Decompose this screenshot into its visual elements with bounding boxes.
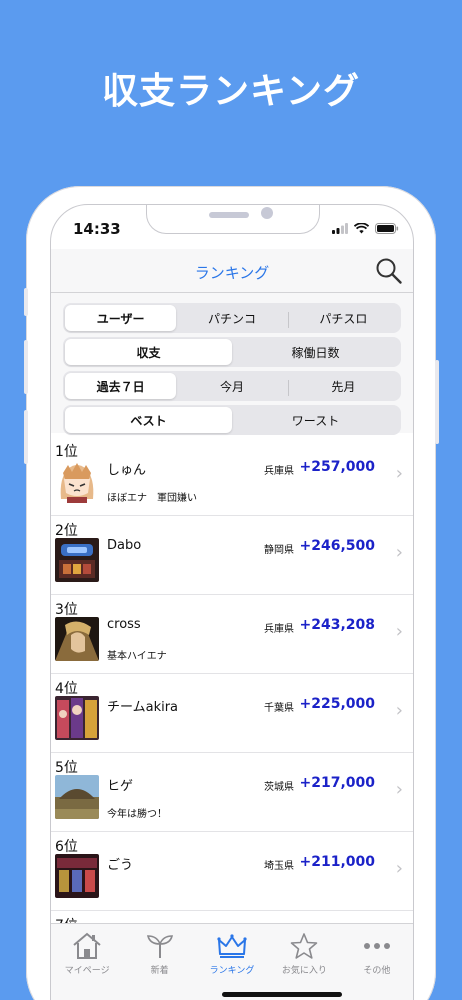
- ranking-row[interactable]: 4位 チームakira 千葉県 +225,000 ›: [51, 674, 413, 753]
- ranking-row[interactable]: 2位 Dabo 静岡県 +246,500 ›: [51, 516, 413, 595]
- user-prefecture: 静岡県: [264, 545, 294, 556]
- segment-balance[interactable]: 収支: [65, 339, 232, 365]
- balance-amount: +243,208: [299, 617, 376, 633]
- avatar: [55, 696, 99, 740]
- user-name: ごう: [107, 858, 134, 873]
- ranking-row[interactable]: 6位 ごう 埼玉県 +211,000 ›: [51, 832, 413, 911]
- tab-mypage[interactable]: マイページ: [51, 924, 123, 1000]
- wifi-icon: [354, 223, 369, 234]
- ranking-row[interactable]: 1位 しゅん ほぼエナ 軍団嫌い 兵庫県 +257,000 ›: [51, 437, 413, 516]
- user-comment: ほぼエナ 軍団嫌い: [107, 493, 197, 504]
- search-button[interactable]: [375, 257, 403, 285]
- user-comment: 今年は勝つ！: [107, 809, 167, 820]
- speaker-grille: [209, 212, 249, 218]
- chevron-right-icon: ›: [395, 463, 403, 484]
- user-comment: 基本ハイエナ: [107, 651, 167, 662]
- segment-pachinko[interactable]: パチンコ: [176, 305, 287, 331]
- user-prefecture: 兵庫県: [264, 624, 294, 635]
- balance-amount: +217,000: [299, 775, 376, 791]
- tab-label: お気に入り: [281, 966, 327, 976]
- tab-favorites[interactable]: お気に入り: [268, 924, 340, 1000]
- segment-user[interactable]: ユーザー: [65, 305, 177, 331]
- notch: [146, 205, 320, 234]
- segment-this-month[interactable]: 今月: [176, 373, 287, 399]
- ranking-list: 1位 しゅん ほぼエナ 軍団嫌い 兵庫県 +257,000 › 2位 Dabo …: [51, 437, 413, 990]
- tab-label: その他: [363, 966, 391, 976]
- metric-segmented-control: 収支 稼働日数: [63, 337, 401, 367]
- balance-amount: +225,000: [299, 696, 376, 712]
- user-prefecture: 千葉県: [264, 703, 294, 714]
- filter-controls: ユーザー パチンコ パチスロ 収支 稼働日数 過去７日 今月 先月 ベスト ワー…: [51, 293, 413, 435]
- app-screen: 14:33 ランキング ユーザー パチンコ パチスロ 収支 稼働日数 過去７日 …: [50, 204, 414, 1000]
- user-name: しゅん: [107, 463, 147, 478]
- home-indicator: [222, 992, 342, 997]
- tab-bar: マイページ 新着 ランキング お気に入り その他: [51, 923, 413, 1000]
- segment-worst[interactable]: ワースト: [232, 407, 399, 433]
- avatar: [55, 617, 99, 661]
- user-name: cross: [107, 617, 141, 632]
- rank-label: 3位: [55, 602, 78, 618]
- volume-down-button: [24, 410, 28, 464]
- tab-ranking[interactable]: ランキング: [196, 924, 268, 1000]
- tab-label: マイページ: [64, 966, 110, 976]
- chevron-right-icon: ›: [395, 700, 403, 721]
- tab-other[interactable]: その他: [341, 924, 413, 1000]
- mute-switch: [24, 288, 28, 316]
- navigation-bar: ランキング: [51, 249, 413, 293]
- ranking-row[interactable]: 3位 cross 基本ハイエナ 兵庫県 +243,208 ›: [51, 595, 413, 674]
- segment-last-month[interactable]: 先月: [287, 373, 399, 399]
- signal-icon: [332, 223, 348, 234]
- avatar: [55, 459, 99, 503]
- status-icons: [332, 223, 399, 234]
- user-prefecture: 埼玉県: [264, 861, 294, 872]
- balance-amount: +211,000: [299, 854, 376, 870]
- avatar: [55, 854, 99, 898]
- segment-operating-days[interactable]: 稼働日数: [232, 339, 399, 365]
- chevron-right-icon: ›: [395, 621, 403, 642]
- tab-new[interactable]: 新着: [123, 924, 195, 1000]
- user-prefecture: 兵庫県: [264, 466, 294, 477]
- house-icon: [73, 932, 101, 959]
- crown-icon: [217, 934, 247, 958]
- category-segmented-control: ユーザー パチンコ パチスロ: [63, 303, 401, 333]
- avatar: [55, 775, 99, 819]
- star-icon: [291, 933, 318, 959]
- segment-best[interactable]: ベスト: [65, 407, 232, 433]
- tab-label: ランキング: [209, 966, 255, 976]
- avatar: [55, 538, 99, 582]
- promo-title: 収支ランキング: [102, 71, 360, 112]
- chevron-right-icon: ›: [395, 779, 403, 800]
- ranking-row[interactable]: 5位 ヒゲ 今年は勝つ！ 茨城県 +217,000 ›: [51, 753, 413, 832]
- user-name: Dabo: [107, 538, 142, 553]
- user-prefecture: 茨城県: [264, 782, 294, 793]
- balance-amount: +257,000: [299, 459, 376, 475]
- status-time: 14:33: [73, 220, 121, 238]
- period-segmented-control: 過去７日 今月 先月: [63, 371, 401, 401]
- segment-last-7-days[interactable]: 過去７日: [65, 373, 177, 399]
- magnifier-icon: [376, 258, 402, 284]
- order-segmented-control: ベスト ワースト: [63, 405, 401, 435]
- sprout-icon: [146, 935, 173, 958]
- balance-amount: +246,500: [299, 538, 376, 554]
- front-camera: [261, 207, 273, 219]
- battery-icon: [375, 223, 399, 234]
- nav-title: ランキング: [194, 264, 270, 282]
- user-name: ヒゲ: [107, 779, 134, 794]
- volume-up-button: [24, 340, 28, 394]
- rank-label: 1位: [55, 444, 78, 460]
- user-name: チームakira: [107, 700, 179, 715]
- rank-label: 4位: [55, 681, 78, 697]
- rank-label: 5位: [55, 760, 78, 776]
- ellipsis-icon: [363, 943, 390, 949]
- chevron-right-icon: ›: [395, 542, 403, 563]
- tab-label: 新着: [150, 966, 169, 976]
- rank-label: 2位: [55, 523, 78, 539]
- chevron-right-icon: ›: [395, 858, 403, 879]
- rank-label: 6位: [55, 839, 78, 855]
- power-button: [435, 360, 439, 444]
- segment-pachislot[interactable]: パチスロ: [287, 305, 399, 331]
